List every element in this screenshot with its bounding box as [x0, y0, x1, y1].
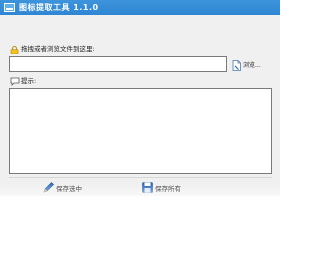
hint-label: 提示: — [21, 77, 37, 85]
window-title: 图标提取工具 1.1.0 — [19, 3, 99, 12]
pencil-icon — [43, 182, 54, 193]
hint-textarea[interactable] — [9, 88, 272, 174]
lock-icon — [10, 46, 19, 54]
save-selected-label: 保存选中 — [56, 185, 82, 193]
save-icon — [142, 182, 153, 193]
browse-label: 浏览... — [243, 62, 261, 69]
file-browse-icon — [232, 60, 241, 71]
browse-button[interactable]: 浏览... — [232, 59, 268, 73]
title-bar[interactable]: 图标提取工具 1.1.0 — [0, 0, 280, 15]
app-window-icon — [4, 3, 15, 12]
drop-label: 拖拽或者浏览文件到这里: — [21, 45, 95, 53]
save-all-label: 保存所有 — [155, 185, 181, 193]
save-selected-button[interactable]: 保存选中 — [42, 181, 92, 196]
speech-bubble-icon — [10, 77, 20, 86]
file-path-input[interactable] — [9, 56, 227, 72]
main-window: 图标提取工具 1.1.0 拖拽或者浏览文件到这里: 浏览... 提示: 保存选中 — [0, 0, 280, 196]
save-all-button[interactable]: 保存所有 — [141, 181, 191, 196]
